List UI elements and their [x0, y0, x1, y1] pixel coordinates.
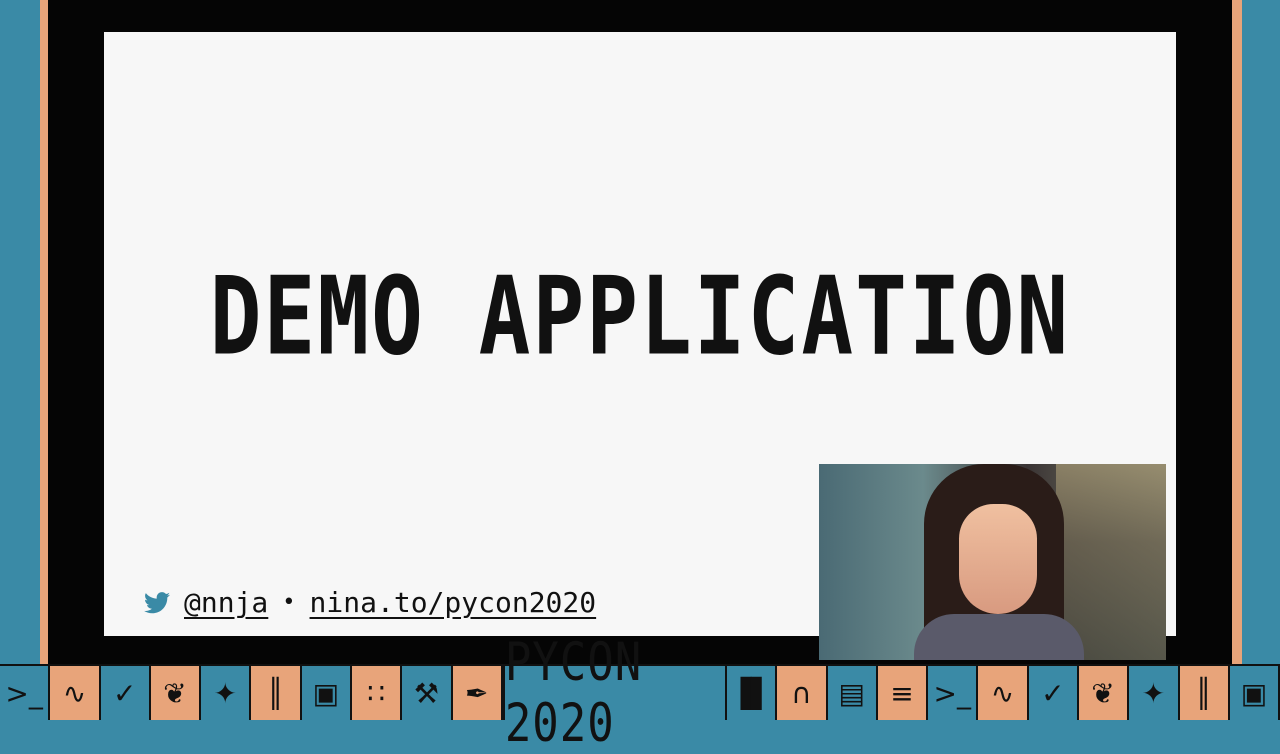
terminal-icon: >_: [0, 664, 51, 720]
pipes-icon: ║: [1179, 664, 1230, 720]
left-border-decoration: [0, 0, 48, 664]
slide-title: DEMO APPLICATION: [209, 254, 1071, 380]
terminal-icon: >_: [928, 664, 979, 720]
star-icon: ✦: [201, 664, 252, 720]
arch-icon: ∩: [777, 664, 828, 720]
window-icon: ▤: [827, 664, 878, 720]
talk-url-link[interactable]: nina.to/pycon2020: [310, 586, 597, 619]
robot-icon: ▣: [1229, 664, 1280, 720]
right-border-decoration: [1232, 0, 1280, 664]
speaker-webcam-video: [819, 464, 1166, 660]
event-banner: >_ ∿ ✓ ❦ ✦ ║ ▣ ∷ ⚒ ✒ PYCON 2020 ▐▌ ∩ ▤ ≡…: [0, 632, 1280, 754]
twitter-icon: [144, 591, 170, 613]
speaker-body: [914, 614, 1084, 660]
robot-icon: ▣: [301, 664, 352, 720]
pen-icon: ✒: [452, 664, 503, 720]
pipes-icon: ║: [251, 664, 302, 720]
check-icon: ✓: [100, 664, 151, 720]
footer-separator: •: [282, 590, 296, 615]
star-icon: ✦: [1129, 664, 1180, 720]
pycon-2020-logo-text: PYCON 2020: [504, 631, 643, 754]
console-icon: ≡: [877, 664, 929, 720]
check-icon: ✓: [1028, 664, 1079, 720]
slide-footer: @nnja • nina.to/pycon2020: [144, 586, 596, 619]
laurel-icon: ❦: [1078, 664, 1130, 720]
speaker-face: [959, 504, 1037, 614]
laurel-icon: ❦: [150, 664, 202, 720]
snake-icon: ∿: [50, 664, 101, 720]
snake-icon: ∿: [978, 664, 1029, 720]
bars-icon: ▐▌: [726, 664, 778, 720]
pycon-2020-logo: PYCON 2020: [502, 632, 727, 754]
twitter-handle-link[interactable]: @nnja: [184, 586, 268, 619]
console-icon: ∷: [351, 664, 403, 720]
wrench-icon: ⚒: [402, 664, 453, 720]
